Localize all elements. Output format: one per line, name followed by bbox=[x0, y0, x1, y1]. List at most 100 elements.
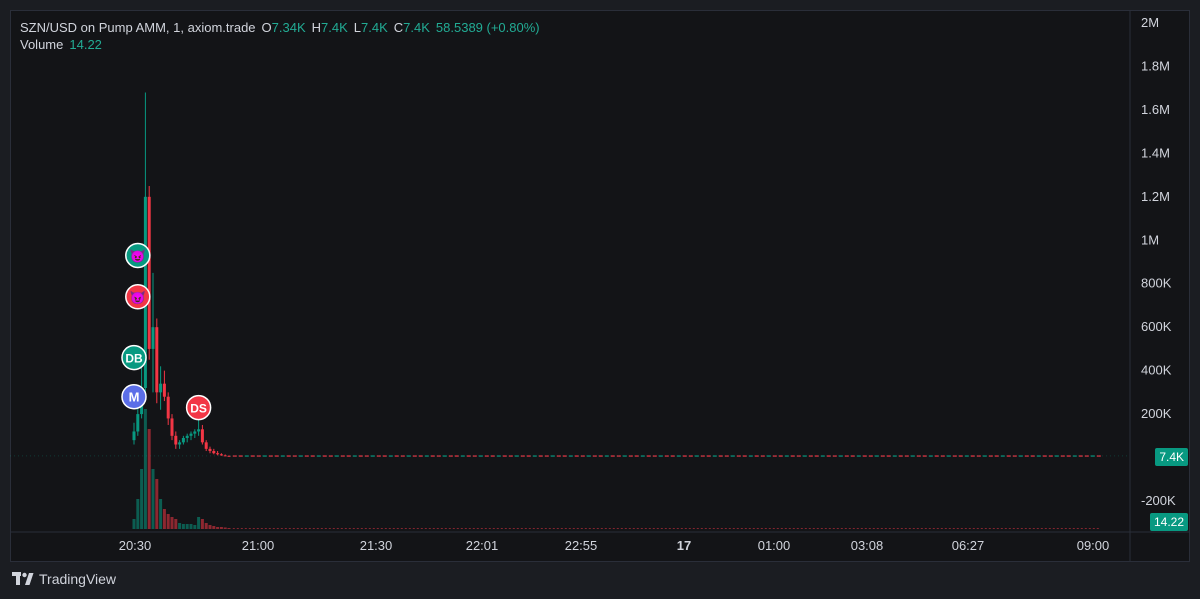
volume-bar bbox=[708, 528, 711, 529]
volume-bar bbox=[304, 528, 307, 529]
x-axis[interactable]: 20:30 21:00 21:30 22:01 22:55 17 01:00 03:08 06:… bbox=[119, 538, 1110, 553]
volume-bar bbox=[240, 528, 243, 529]
volume-bar bbox=[197, 517, 201, 529]
volume-bar bbox=[660, 528, 663, 529]
price-chart[interactable]: 😈 😈 DB M DS 2M 1.8M 1.6M 1.4M 1.2M 1M 800K 600K 400K… bbox=[10, 10, 1190, 562]
volume-bar bbox=[592, 528, 595, 529]
x-tick-label: 21:00 bbox=[242, 538, 275, 553]
y-tick-label: 2M bbox=[1141, 15, 1159, 30]
volume-bar bbox=[528, 528, 531, 529]
volume-bar bbox=[816, 528, 819, 529]
trade-marker[interactable]: M bbox=[121, 383, 147, 410]
volume-bar bbox=[504, 528, 507, 529]
volume-bar bbox=[720, 528, 723, 529]
volume-bar bbox=[360, 528, 363, 529]
volume-bar bbox=[376, 528, 379, 529]
volume-bar bbox=[1044, 528, 1047, 529]
volume-bar bbox=[328, 528, 331, 529]
volume-bar bbox=[648, 528, 651, 529]
volume-bar bbox=[776, 528, 779, 529]
volume-bar bbox=[892, 528, 895, 529]
volume-bar bbox=[628, 528, 631, 529]
volume-bar bbox=[960, 528, 963, 529]
volume-bar bbox=[155, 479, 159, 529]
volume-bar bbox=[828, 528, 831, 529]
volume-bar bbox=[820, 528, 823, 529]
volume-bar bbox=[852, 528, 855, 529]
trade-marker[interactable]: DB bbox=[121, 344, 147, 371]
volume-bar bbox=[460, 528, 463, 529]
candle-body bbox=[159, 383, 163, 393]
volume-bar bbox=[788, 528, 791, 529]
marker-label: M bbox=[129, 390, 140, 405]
x-tick-label: 22:55 bbox=[565, 538, 598, 553]
volume-bar bbox=[956, 528, 959, 529]
volume-bar bbox=[147, 429, 151, 529]
volume-bar bbox=[193, 525, 197, 529]
volume-bar bbox=[808, 528, 811, 529]
volume-bar bbox=[704, 528, 707, 529]
tradingview-logo[interactable]: TradingView bbox=[12, 571, 116, 587]
volume-bar bbox=[444, 528, 447, 529]
volume-bar bbox=[832, 528, 835, 529]
candle-body bbox=[162, 383, 166, 397]
volume-bar bbox=[656, 528, 659, 529]
volume-bar bbox=[428, 528, 431, 529]
volume-bar bbox=[448, 528, 451, 529]
volume-bar bbox=[984, 528, 987, 529]
volume-bar bbox=[1052, 528, 1055, 529]
y-tick-label: 600K bbox=[1141, 319, 1172, 334]
volume-bar bbox=[244, 528, 247, 529]
volume-bar bbox=[516, 528, 519, 529]
trade-marker[interactable]: 😈 bbox=[125, 242, 151, 269]
volume-bar bbox=[904, 528, 907, 529]
candle-body bbox=[200, 429, 204, 443]
open-value: 7.34K bbox=[271, 20, 306, 35]
volume-bar bbox=[564, 528, 567, 529]
volume-bar bbox=[700, 528, 703, 529]
x-tick-label: 09:00 bbox=[1077, 538, 1110, 553]
volume-bar bbox=[512, 528, 515, 529]
volume-bar bbox=[392, 528, 395, 529]
volume-bar bbox=[672, 528, 675, 529]
y-axis[interactable]: 2M 1.8M 1.6M 1.4M 1.2M 1M 800K 600K 400K 200K -200… bbox=[1141, 15, 1176, 508]
volume-bar bbox=[384, 528, 387, 529]
volume-bar bbox=[1072, 528, 1075, 529]
volume-bar bbox=[324, 528, 327, 529]
volume-bar bbox=[336, 528, 339, 529]
volume-bar bbox=[848, 528, 851, 529]
volume-bar bbox=[732, 528, 735, 529]
high-label: H bbox=[311, 20, 322, 35]
volume-bar bbox=[752, 528, 755, 529]
candle-body bbox=[212, 451, 216, 454]
volume-bar bbox=[616, 528, 619, 529]
volume-bar bbox=[272, 528, 275, 529]
volume-bar bbox=[468, 528, 471, 529]
volume-bar bbox=[424, 528, 427, 529]
volume-bar bbox=[652, 528, 655, 529]
volume-bar bbox=[408, 528, 411, 529]
volume-bar bbox=[560, 528, 563, 529]
volume-bar bbox=[632, 528, 635, 529]
volume-bar bbox=[1012, 528, 1015, 529]
volume-bar bbox=[296, 528, 299, 529]
volume-bar bbox=[952, 528, 955, 529]
trade-marker[interactable]: DS bbox=[185, 394, 212, 421]
volume-legend: Volume 14.22 bbox=[20, 37, 102, 52]
low-value: 7.4K bbox=[361, 20, 388, 35]
trade-markers[interactable]: 😈 😈 DB M DS bbox=[121, 242, 212, 421]
x-tick-label: 01:00 bbox=[758, 538, 791, 553]
volume-bar bbox=[132, 519, 136, 529]
candle-body bbox=[174, 435, 178, 445]
volume-bar bbox=[844, 528, 847, 529]
volume-bar bbox=[456, 528, 459, 529]
trade-marker[interactable]: 😈 bbox=[125, 284, 151, 310]
volume-bar bbox=[596, 528, 599, 529]
volume-bar bbox=[996, 528, 999, 529]
volume-bar bbox=[204, 523, 208, 529]
candle-body bbox=[136, 414, 140, 432]
volume-bar bbox=[1088, 528, 1091, 529]
volume-bar bbox=[604, 528, 607, 529]
volume-tag: 14.22 bbox=[1149, 513, 1188, 531]
volume-bar bbox=[792, 528, 795, 529]
